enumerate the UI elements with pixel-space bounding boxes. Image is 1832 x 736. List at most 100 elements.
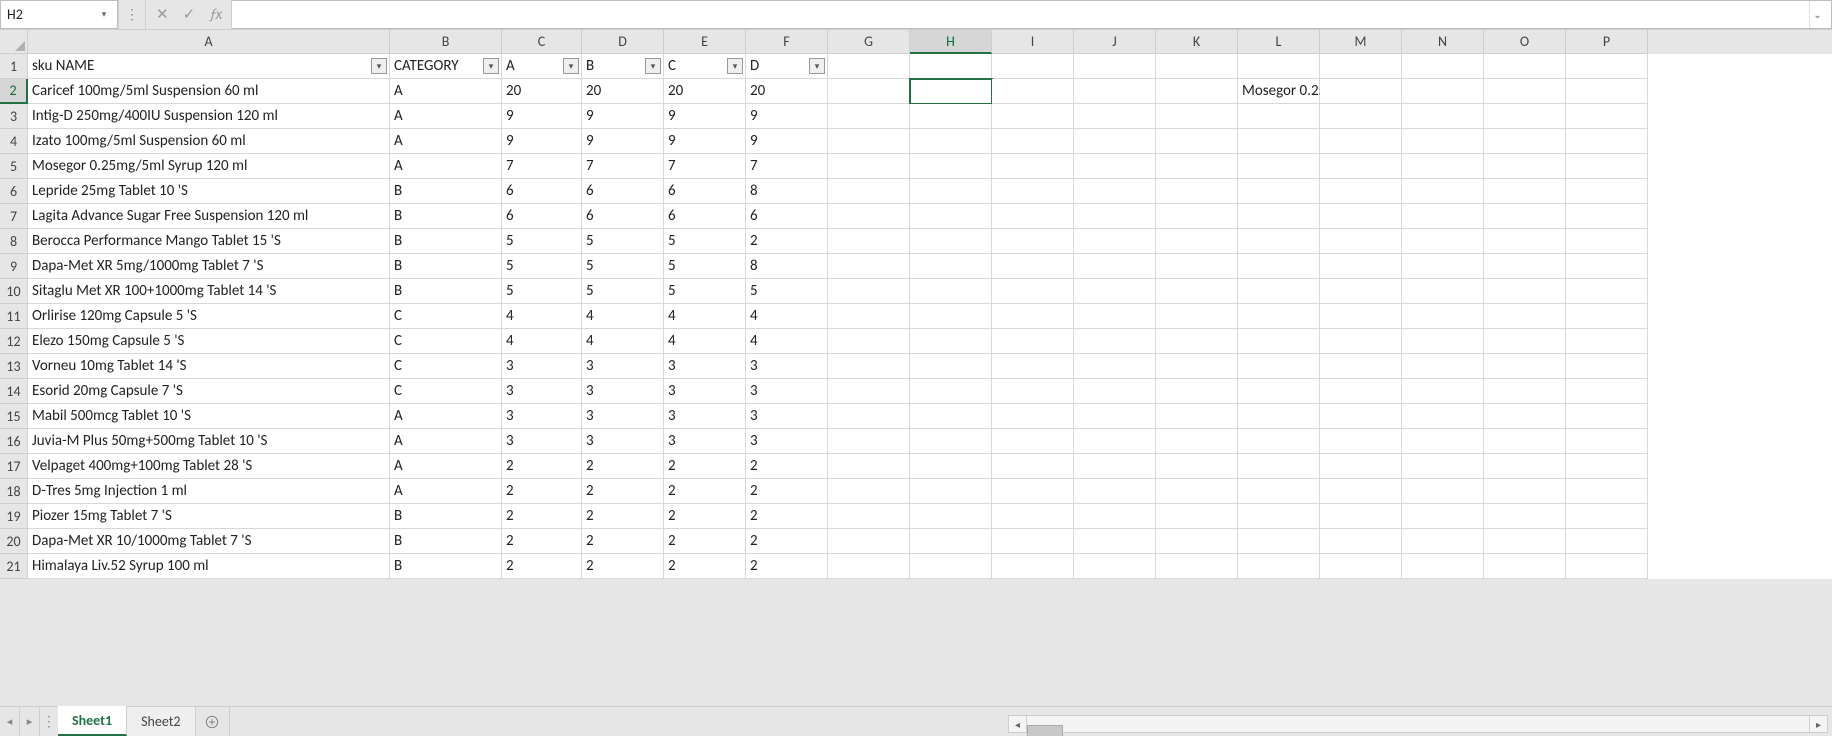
cell-K1[interactable] xyxy=(1156,54,1238,79)
cell-I16[interactable] xyxy=(992,429,1074,454)
row-header-9[interactable]: 9 xyxy=(0,254,28,279)
cell-H20[interactable] xyxy=(910,529,992,554)
confirm-input-icon[interactable]: ✓ xyxy=(183,5,196,24)
cell-B15[interactable]: A xyxy=(390,404,502,429)
cell-H2[interactable] xyxy=(910,79,992,104)
cell-D7[interactable]: 6 xyxy=(582,204,664,229)
cell-F14[interactable]: 3 xyxy=(746,379,828,404)
cell-J2[interactable] xyxy=(1074,79,1156,104)
cell-D15[interactable]: 3 xyxy=(582,404,664,429)
cell-L19[interactable] xyxy=(1238,504,1320,529)
cell-B5[interactable]: A xyxy=(390,154,502,179)
cell-C11[interactable]: 4 xyxy=(502,304,582,329)
cell-K4[interactable] xyxy=(1156,129,1238,154)
cell-O5[interactable] xyxy=(1484,154,1566,179)
cell-I1[interactable] xyxy=(992,54,1074,79)
cell-L20[interactable] xyxy=(1238,529,1320,554)
cell-A13[interactable]: Vorneu 10mg Tablet 14 'S xyxy=(28,354,390,379)
cell-N20[interactable] xyxy=(1402,529,1484,554)
filter-dropdown-icon[interactable]: ▾ xyxy=(727,58,743,74)
cell-G6[interactable] xyxy=(828,179,910,204)
cell-F8[interactable]: 2 xyxy=(746,229,828,254)
cell-J21[interactable] xyxy=(1074,554,1156,579)
cell-N15[interactable] xyxy=(1402,404,1484,429)
cell-C3[interactable]: 9 xyxy=(502,104,582,129)
cell-A16[interactable]: Juvia-M Plus 50mg+500mg Tablet 10 'S xyxy=(28,429,390,454)
cell-G14[interactable] xyxy=(828,379,910,404)
cell-B1[interactable]: CATEGORY▾ xyxy=(390,54,502,79)
cell-A3[interactable]: Intig-D 250mg/400IU Suspension 120 ml xyxy=(28,104,390,129)
sheet-tab-sheet2[interactable]: Sheet2 xyxy=(127,707,195,736)
cell-G21[interactable] xyxy=(828,554,910,579)
cell-O20[interactable] xyxy=(1484,529,1566,554)
cell-N21[interactable] xyxy=(1402,554,1484,579)
cell-M11[interactable] xyxy=(1320,304,1402,329)
cell-O3[interactable] xyxy=(1484,104,1566,129)
cell-P7[interactable] xyxy=(1566,204,1648,229)
column-header-L[interactable]: L xyxy=(1238,30,1320,54)
cell-B2[interactable]: A xyxy=(390,79,502,104)
filter-dropdown-icon[interactable]: ▾ xyxy=(483,58,499,74)
cell-J16[interactable] xyxy=(1074,429,1156,454)
cell-E20[interactable]: 2 xyxy=(664,529,746,554)
cell-E15[interactable]: 3 xyxy=(664,404,746,429)
cell-G2[interactable] xyxy=(828,79,910,104)
cell-J11[interactable] xyxy=(1074,304,1156,329)
cell-J5[interactable] xyxy=(1074,154,1156,179)
cell-A19[interactable]: Piozer 15mg Tablet 7 'S xyxy=(28,504,390,529)
cell-K19[interactable] xyxy=(1156,504,1238,529)
cell-D9[interactable]: 5 xyxy=(582,254,664,279)
cell-M20[interactable] xyxy=(1320,529,1402,554)
cell-A8[interactable]: Berocca Performance Mango Tablet 15 'S xyxy=(28,229,390,254)
cell-K18[interactable] xyxy=(1156,479,1238,504)
cell-M4[interactable] xyxy=(1320,129,1402,154)
cell-D2[interactable]: 20 xyxy=(582,79,664,104)
cell-I10[interactable] xyxy=(992,279,1074,304)
cell-A21[interactable]: Himalaya Liv.52 Syrup 100 ml xyxy=(28,554,390,579)
cell-J10[interactable] xyxy=(1074,279,1156,304)
formula-input[interactable]: ⌄ xyxy=(232,0,1832,29)
select-all-corner[interactable] xyxy=(0,30,28,54)
cell-O2[interactable] xyxy=(1484,79,1566,104)
cell-O9[interactable] xyxy=(1484,254,1566,279)
cell-P18[interactable] xyxy=(1566,479,1648,504)
row-header-21[interactable]: 21 xyxy=(0,554,28,579)
cell-E10[interactable]: 5 xyxy=(664,279,746,304)
cell-N12[interactable] xyxy=(1402,329,1484,354)
column-header-E[interactable]: E xyxy=(664,30,746,54)
cell-L7[interactable] xyxy=(1238,204,1320,229)
cell-L12[interactable] xyxy=(1238,329,1320,354)
cell-P10[interactable] xyxy=(1566,279,1648,304)
column-header-J[interactable]: J xyxy=(1074,30,1156,54)
cell-D16[interactable]: 3 xyxy=(582,429,664,454)
cell-H13[interactable] xyxy=(910,354,992,379)
cell-K21[interactable] xyxy=(1156,554,1238,579)
cell-H12[interactable] xyxy=(910,329,992,354)
cell-F13[interactable]: 3 xyxy=(746,354,828,379)
cell-A11[interactable]: Orlirise 120mg Capsule 5 'S xyxy=(28,304,390,329)
cell-B20[interactable]: B xyxy=(390,529,502,554)
cell-D13[interactable]: 3 xyxy=(582,354,664,379)
cell-D21[interactable]: 2 xyxy=(582,554,664,579)
cell-E3[interactable]: 9 xyxy=(664,104,746,129)
cell-E9[interactable]: 5 xyxy=(664,254,746,279)
cell-E16[interactable]: 3 xyxy=(664,429,746,454)
column-header-A[interactable]: A xyxy=(28,30,390,54)
cell-O8[interactable] xyxy=(1484,229,1566,254)
cell-H3[interactable] xyxy=(910,104,992,129)
column-header-I[interactable]: I xyxy=(992,30,1074,54)
cell-H1[interactable] xyxy=(910,54,992,79)
row-header-5[interactable]: 5 xyxy=(0,154,28,179)
cell-A17[interactable]: Velpaget 400mg+100mg Tablet 28 'S xyxy=(28,454,390,479)
row-header-15[interactable]: 15 xyxy=(0,404,28,429)
cell-J14[interactable] xyxy=(1074,379,1156,404)
cell-O21[interactable] xyxy=(1484,554,1566,579)
cell-G20[interactable] xyxy=(828,529,910,554)
cell-E21[interactable]: 2 xyxy=(664,554,746,579)
cell-C4[interactable]: 9 xyxy=(502,129,582,154)
cell-N6[interactable] xyxy=(1402,179,1484,204)
column-header-P[interactable]: P xyxy=(1566,30,1648,54)
cell-D20[interactable]: 2 xyxy=(582,529,664,554)
cell-C15[interactable]: 3 xyxy=(502,404,582,429)
cell-P17[interactable] xyxy=(1566,454,1648,479)
